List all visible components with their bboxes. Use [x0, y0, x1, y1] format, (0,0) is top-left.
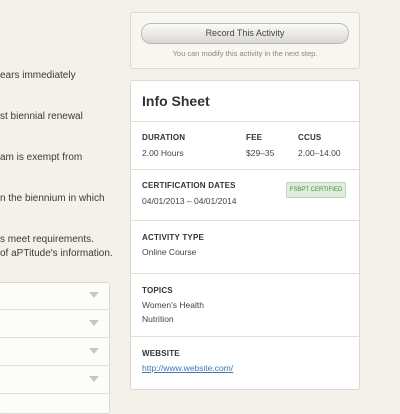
- certified-badge: FSBPT CERTIFIED: [286, 182, 346, 198]
- left-text-line: ears immediately: [0, 70, 76, 81]
- fee-label: FEE: [246, 133, 263, 142]
- activity-type-value: Online Course: [142, 247, 197, 257]
- duration-label: DURATION: [142, 133, 186, 142]
- left-text-line: of aPTitude's information.: [0, 248, 113, 259]
- topics-section: TOPICS Women's Health Nutrition: [131, 273, 359, 336]
- website-link[interactable]: http://www.website.com/: [142, 363, 233, 373]
- chevron-down-icon[interactable]: [89, 376, 99, 382]
- info-sheet-title: Info Sheet: [142, 93, 210, 109]
- fee-value: $29–35: [246, 148, 275, 158]
- topic-item: Nutrition: [142, 314, 174, 324]
- accordion-row[interactable]: [0, 339, 109, 366]
- ccus-label: CCUS: [298, 133, 322, 142]
- certification-label: CERTIFICATION DATES: [142, 181, 236, 190]
- chevron-down-icon[interactable]: [89, 320, 99, 326]
- accordion-row[interactable]: [0, 367, 109, 394]
- left-text-line: st biennial renewal: [0, 111, 83, 122]
- topic-item: Women's Health: [142, 300, 204, 310]
- certification-section: CERTIFICATION DATES 04/01/2013 – 04/01/2…: [131, 169, 359, 220]
- chevron-down-icon[interactable]: [89, 292, 99, 298]
- duration-value: 2.00 Hours: [142, 148, 184, 158]
- topics-label: TOPICS: [142, 286, 173, 295]
- website-label: WEBSITE: [142, 349, 180, 358]
- ccus-value: 2.00–14.00: [298, 148, 341, 158]
- left-accordion-panel: [0, 282, 110, 414]
- left-text-line: s meet requirements.: [0, 234, 94, 245]
- left-text-line: n the biennium in which: [0, 193, 105, 204]
- accordion-row[interactable]: [0, 311, 109, 338]
- certification-value: 04/01/2013 – 04/01/2014: [142, 196, 237, 206]
- left-text-line: am is exempt from: [0, 152, 83, 163]
- chevron-down-icon[interactable]: [89, 348, 99, 354]
- activity-type-section: ACTIVITY TYPE Online Course: [131, 220, 359, 273]
- summary-section: DURATION 2.00 Hours FEE $29–35 CCUS 2.00…: [131, 121, 359, 169]
- accordion-row[interactable]: [0, 283, 109, 310]
- website-section: WEBSITE http://www.website.com/: [131, 336, 359, 389]
- info-sheet: Info Sheet DURATION 2.00 Hours FEE $29–3…: [130, 80, 360, 390]
- activity-type-label: ACTIVITY TYPE: [142, 233, 205, 242]
- record-activity-panel: Record This Activity You can modify this…: [130, 12, 360, 69]
- record-note: You can modify this activity in the next…: [172, 49, 318, 58]
- record-activity-button[interactable]: Record This Activity: [141, 23, 349, 44]
